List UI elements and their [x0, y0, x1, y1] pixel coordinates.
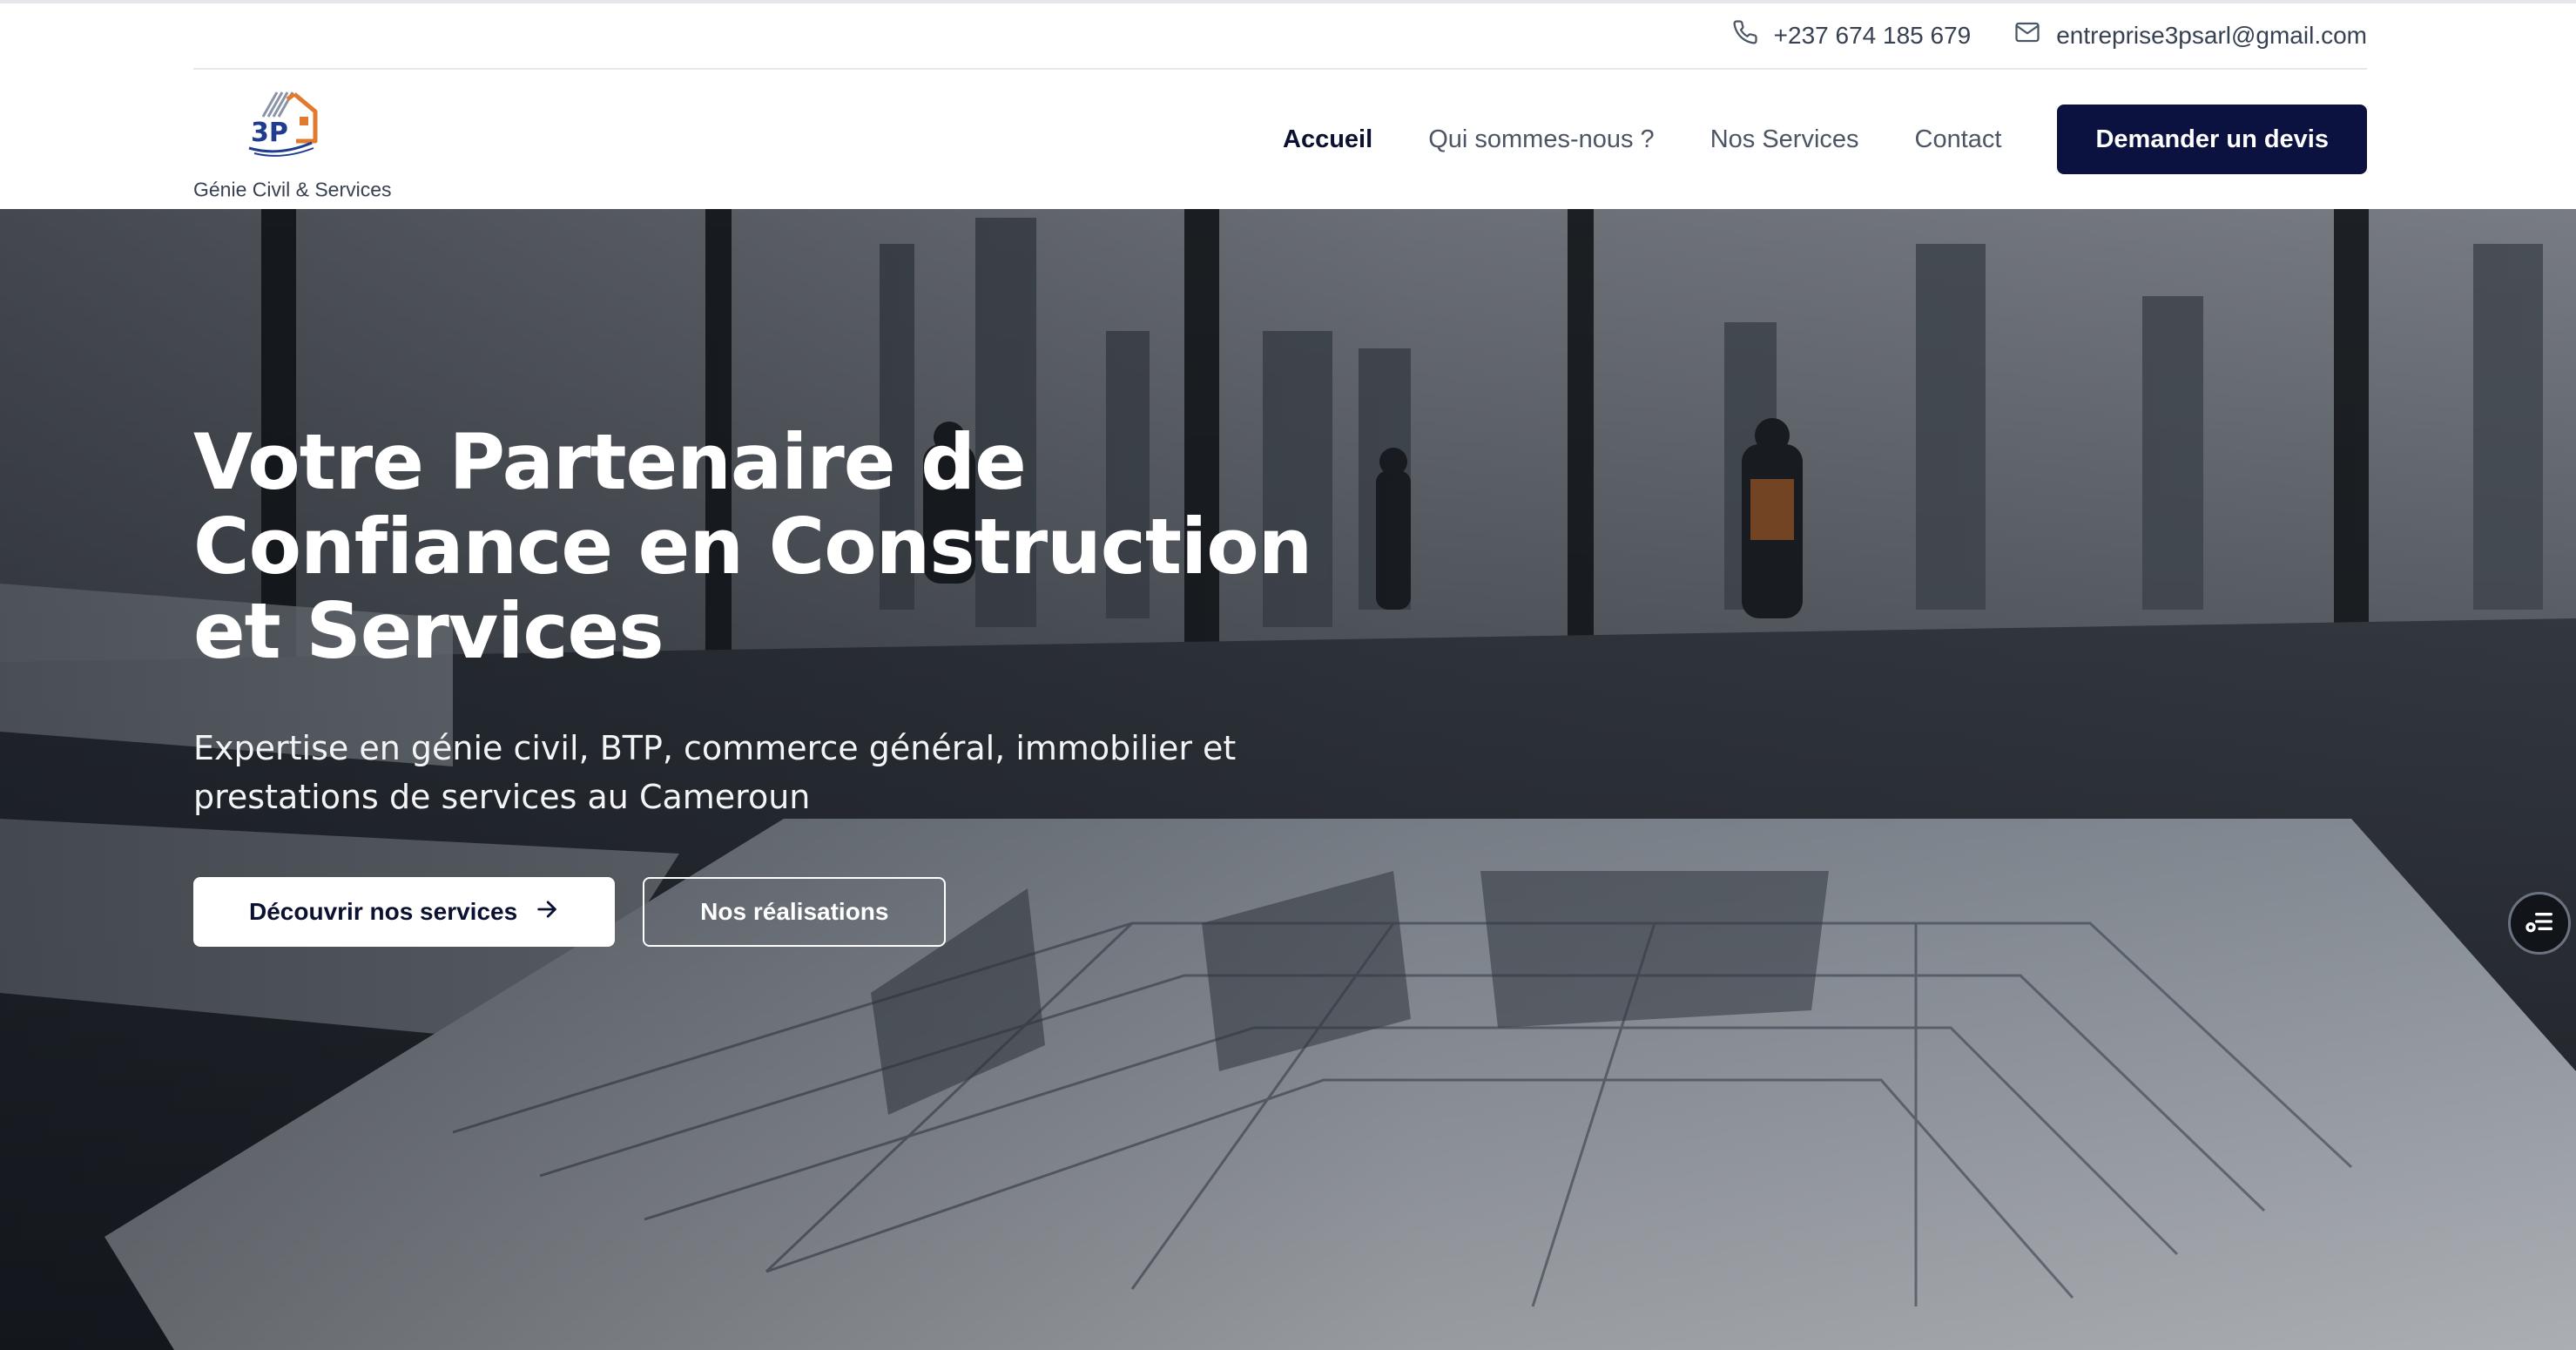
- request-quote-button[interactable]: Demander un devis: [2057, 105, 2367, 174]
- nav-item-qui-sommes-nous[interactable]: Qui sommes-nous ?: [1428, 125, 1655, 154]
- site-header: 3P Génie Civil & Services Accueil Qui so…: [0, 70, 2576, 210]
- top-contact-bar: +237 674 185 679 entreprise3psarl@gmail.…: [0, 0, 2576, 70]
- phone-contact[interactable]: +237 674 185 679: [1732, 19, 1972, 51]
- hero-subtitle: Expertise en génie civil, BTP, commerce …: [193, 729, 1237, 816]
- logo-mark: 3P: [248, 91, 318, 157]
- our-projects-button[interactable]: Nos réalisations: [643, 877, 947, 947]
- mail-icon: [2014, 19, 2040, 51]
- brand-logo[interactable]: 3P Génie Civil & Services: [193, 87, 402, 201]
- phone-number: +237 674 185 679: [1773, 21, 1972, 49]
- hero-content: Votre Partenaire de Confiance en Constru…: [193, 420, 1413, 947]
- list-settings-icon: [2522, 904, 2557, 943]
- main-navigation: Accueil Qui sommes-nous ? Nos Services C…: [1283, 105, 2367, 174]
- hero-actions: Découvrir nos services Nos réalisations: [193, 877, 1413, 947]
- contact-info: +237 674 185 679 entreprise3psarl@gmail.…: [1732, 19, 2367, 51]
- hero-title-line: Confiance en Construction: [193, 502, 1312, 591]
- email-contact[interactable]: entreprise3psarl@gmail.com: [2014, 19, 2367, 51]
- hero-title: Votre Partenaire de Confiance en Constru…: [193, 420, 1413, 673]
- brand-tagline: Génie Civil & Services: [193, 178, 392, 201]
- discover-services-button[interactable]: Découvrir nos services: [193, 877, 616, 947]
- floating-widget-button[interactable]: [2508, 892, 2571, 955]
- hero-title-line: et Services: [193, 586, 664, 676]
- svg-text:3P: 3P: [251, 118, 288, 148]
- nav-item-accueil[interactable]: Accueil: [1283, 125, 1372, 154]
- nav-item-nos-services[interactable]: Nos Services: [1710, 125, 1859, 154]
- discover-services-label: Découvrir nos services: [249, 898, 518, 925]
- hero-section: Votre Partenaire de Confiance en Constru…: [0, 209, 2576, 1350]
- hero-title-line: Votre Partenaire de: [193, 417, 1027, 507]
- nav-item-contact[interactable]: Contact: [1915, 125, 2002, 154]
- arrow-right-icon: [535, 897, 559, 928]
- email-address: entreprise3psarl@gmail.com: [2056, 21, 2367, 49]
- phone-icon: [1732, 19, 1758, 51]
